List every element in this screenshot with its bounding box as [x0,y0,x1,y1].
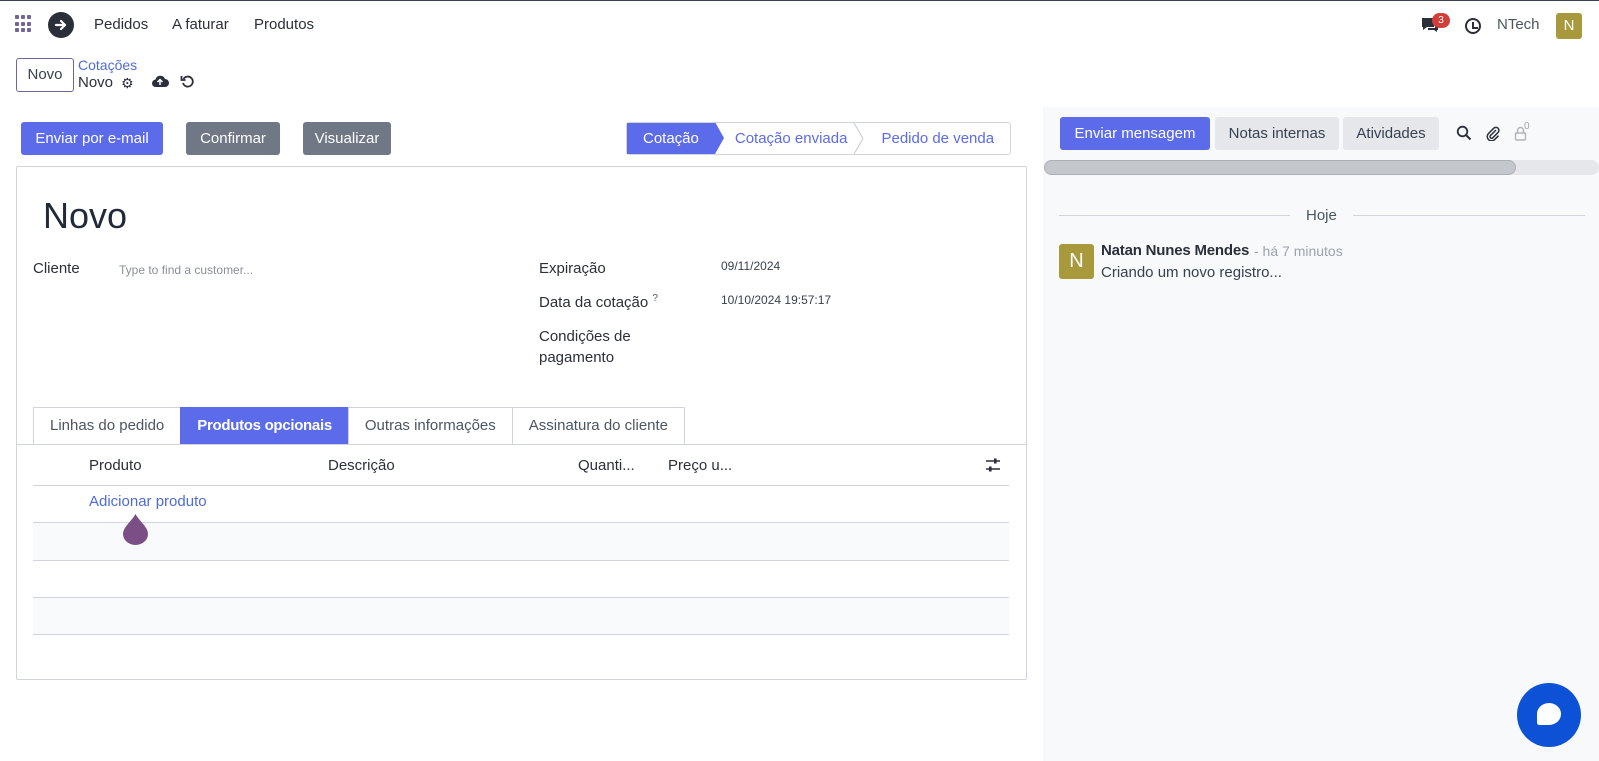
column-settings-icon[interactable] [985,457,1001,473]
send-message-button[interactable]: Enviar mensagem [1060,117,1210,150]
row-divider [33,485,1009,486]
column-produto[interactable]: Produto [89,457,142,474]
tab-linhas-do-pedido[interactable]: Linhas do pedido [33,407,182,444]
status-bar: Cotação Cotação enviada Pedido de venda [626,122,1012,155]
chatter-panel: Enviar mensagem Notas internas Atividade… [1043,107,1599,761]
expiration-field[interactable]: 09/11/2024 [721,259,780,273]
message-author[interactable]: Natan Nunes Mendes [1101,242,1249,259]
chat-bubble-icon [1537,703,1561,725]
scrollbar-thumb[interactable] [1044,160,1516,175]
menu-a-faturar[interactable]: A faturar [172,16,229,33]
tab-divider [17,444,1026,445]
column-preco-unitario[interactable]: Preço u... [668,457,732,474]
search-icon[interactable] [1456,125,1472,141]
record-title: Novo [43,195,128,236]
send-email-button[interactable]: Enviar por e-mail [21,122,163,155]
expiration-label: Expiração [539,260,606,277]
date-separator: Hoje [1306,207,1337,224]
preview-button[interactable]: Visualizar [303,122,391,155]
table-row [33,523,1009,560]
chatter-scrollbar[interactable] [1044,160,1599,175]
payment-terms-label-line1: Condições de [539,328,631,345]
internal-notes-button[interactable]: Notas internas [1215,117,1339,150]
quote-date-label-text: Data da cotação [539,294,649,311]
payment-terms-label-line2: pagamento [539,349,615,366]
new-button[interactable]: Novo [16,58,74,92]
stage-cotacao[interactable]: Cotação [627,122,724,154]
stage-label: Pedido de venda [881,130,995,147]
company-switcher[interactable]: NTech [1497,16,1540,33]
gear-icon[interactable]: ⚙ [121,76,135,90]
stage-pedido-de-venda[interactable]: Pedido de venda [861,123,1010,154]
row-divider [33,634,1009,635]
message-body: Criando um novo registro... [1101,264,1282,281]
chat-badge: 3 [1432,13,1450,28]
discard-icon[interactable] [180,74,195,89]
stage-label: Cotação enviada [734,130,848,147]
breadcrumb-current: Novo [78,74,114,91]
clock-icon[interactable] [1465,18,1481,34]
column-descricao[interactable]: Descrição [328,457,395,474]
menu-pedidos[interactable]: Pedidos [94,16,148,33]
column-quantidade[interactable]: Quanti... [578,457,635,474]
help-tooltip-icon[interactable]: ? [652,293,658,304]
apps-grid-icon[interactable] [15,15,33,33]
followers-count: 0 [1524,121,1530,132]
cursor-drop-icon [123,514,148,545]
message-time: - há 7 minutos [1254,243,1343,259]
row-divider [33,560,1009,561]
customer-input[interactable]: Type to find a customer... [119,263,253,277]
table-row [33,598,1009,635]
form-sheet: Novo Cliente Type to find a customer... … [16,166,1027,680]
message-avatar[interactable]: N [1059,244,1094,279]
user-avatar[interactable]: N [1556,13,1582,39]
activities-button[interactable]: Atividades [1343,117,1439,150]
tab-produtos-opcionais[interactable]: Produtos opcionais [180,407,349,444]
quote-date-label: Data da cotação ? [539,293,658,311]
notebook-tabs: Linhas do pedido Produtos opcionais Outr… [33,407,686,444]
cloud-upload-icon[interactable] [151,74,169,88]
quote-date-field[interactable]: 10/10/2024 19:57:17 [721,293,831,307]
breadcrumb-cotacoes[interactable]: Cotações [78,57,137,73]
date-separator-line [1353,215,1585,216]
top-navbar: Pedidos A faturar Produtos 3 NTech N [0,0,1599,48]
menu-produtos[interactable]: Produtos [254,16,314,33]
tab-outras-informacoes[interactable]: Outras informações [347,407,513,444]
tab-assinatura-do-cliente[interactable]: Assinatura do cliente [511,407,686,444]
stage-label: Cotação [643,130,699,147]
stage-cotacao-enviada[interactable]: Cotação enviada [715,123,865,154]
confirm-button[interactable]: Confirmar [186,122,280,155]
add-product-link[interactable]: Adicionar produto [89,493,207,510]
paperclip-icon[interactable] [1485,125,1501,141]
customer-label: Cliente [33,260,80,277]
date-separator-line [1059,215,1290,216]
app-logo-icon[interactable] [48,12,74,38]
livechat-button[interactable] [1517,683,1581,747]
